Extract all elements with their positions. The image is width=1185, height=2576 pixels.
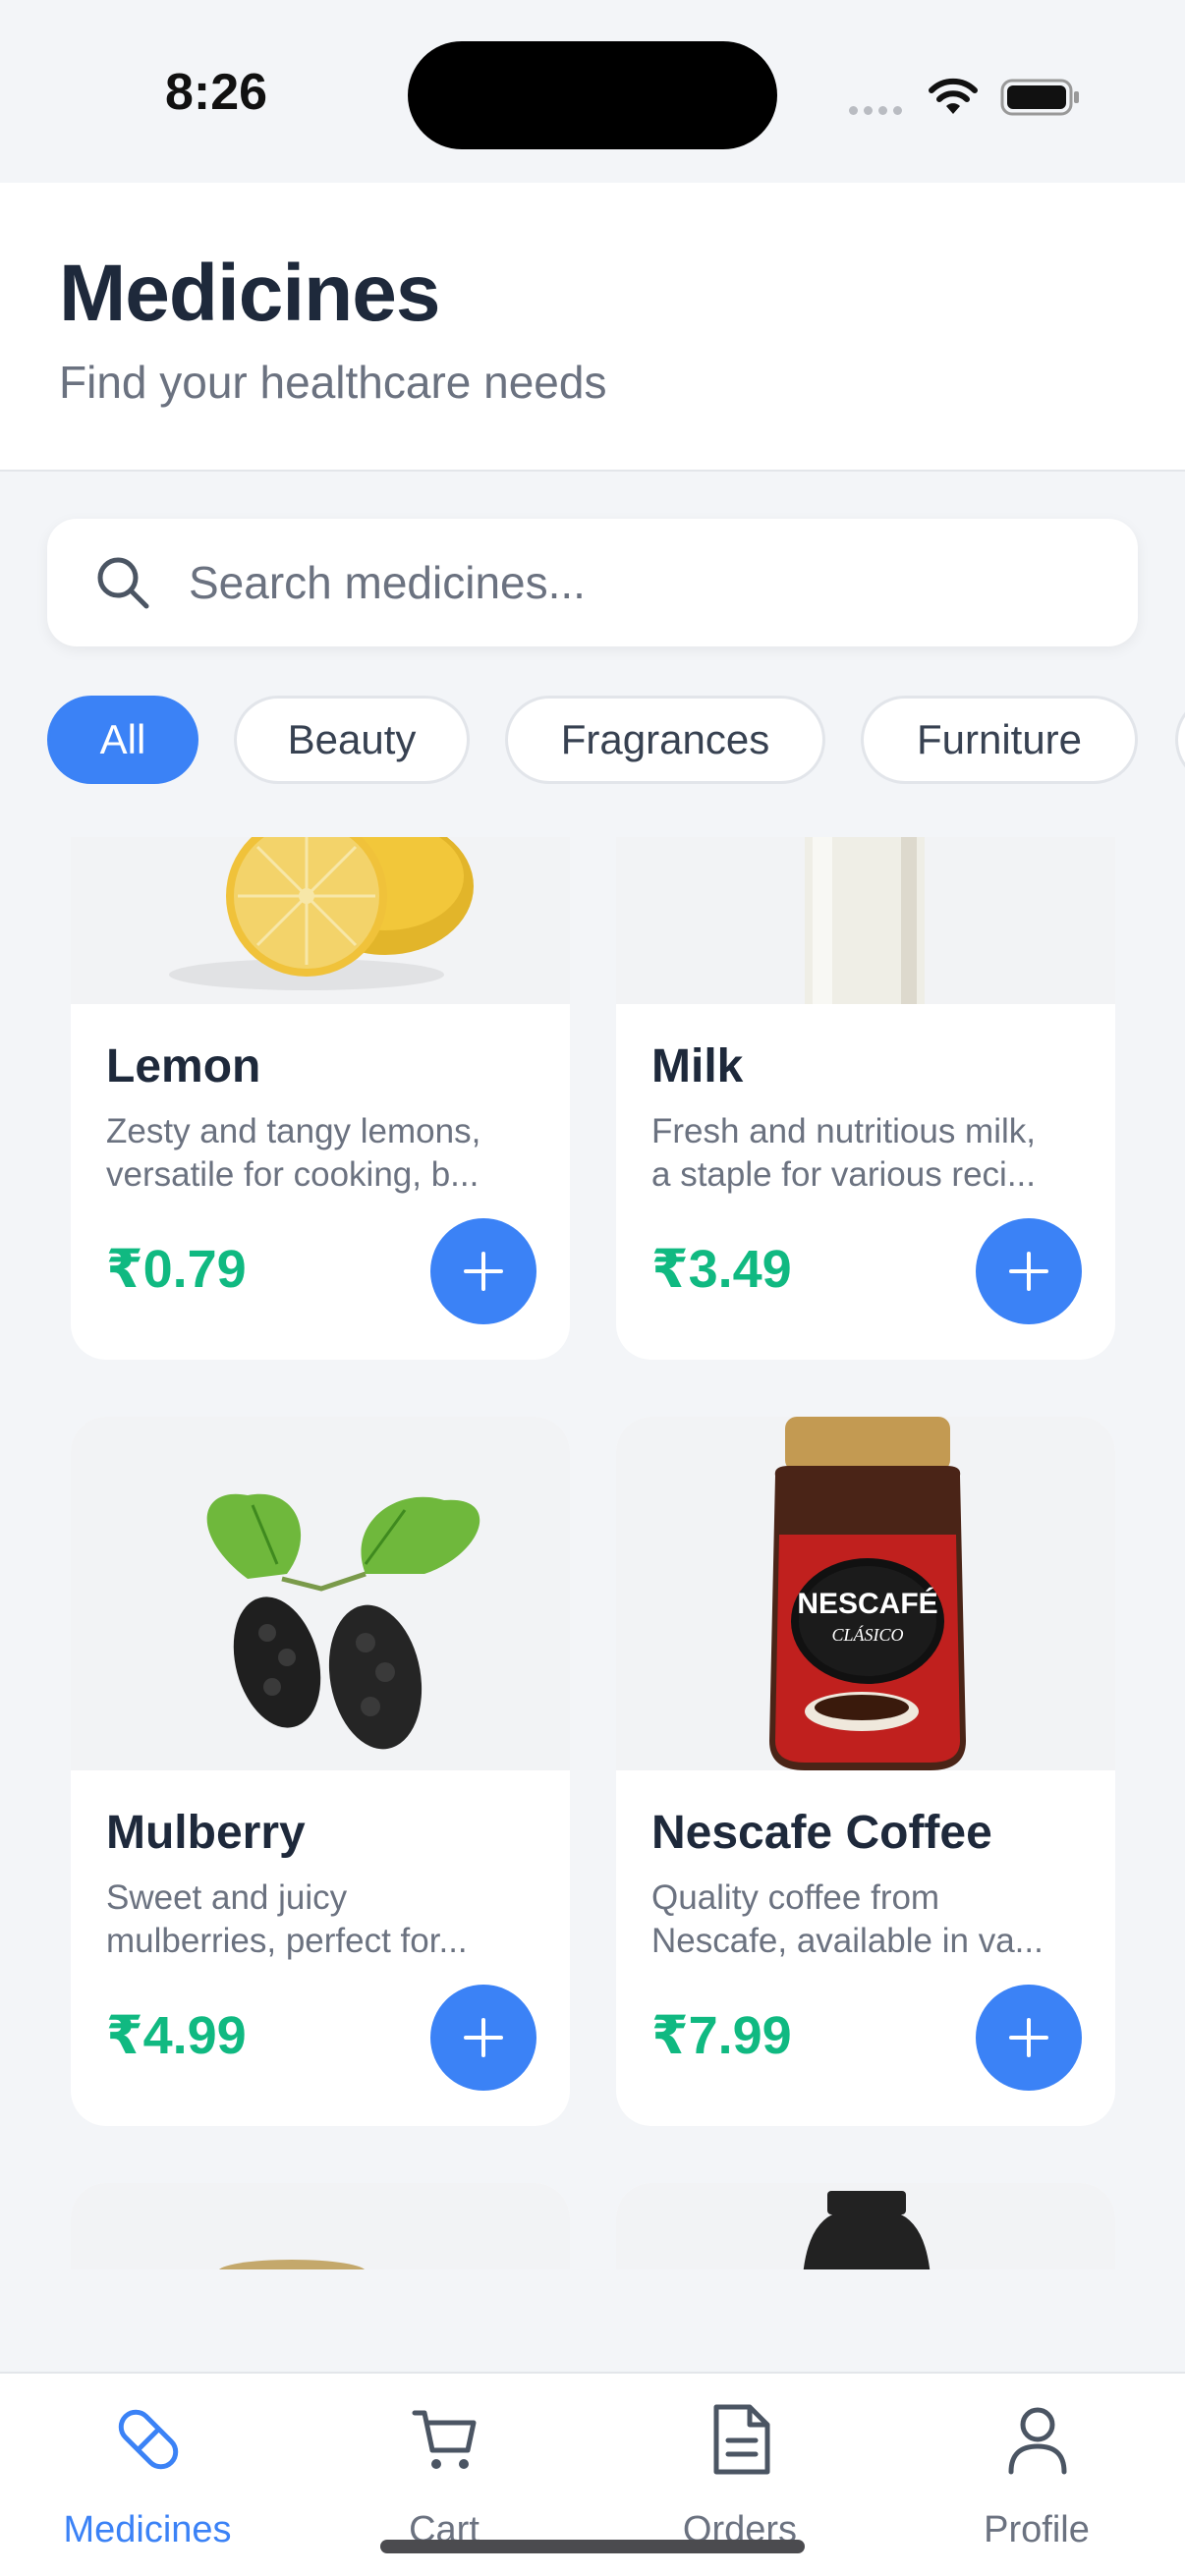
product-card-partial[interactable] bbox=[71, 2183, 570, 2269]
lemon-image bbox=[71, 837, 570, 1004]
product-grid[interactable]: Lemon Zesty and tangy lemons, versatile … bbox=[0, 837, 1185, 2269]
product-price: ₹7.99 bbox=[651, 2006, 792, 2065]
search-input[interactable] bbox=[189, 519, 1093, 646]
plus-icon bbox=[1009, 2018, 1048, 2057]
status-bar: 8:26 bbox=[0, 0, 1185, 183]
cart-icon bbox=[412, 2410, 477, 2469]
search-bar[interactable] bbox=[47, 519, 1138, 646]
product-image bbox=[616, 2183, 1115, 2269]
product-card-milk[interactable]: Milk Fresh and nutritious milk, a staple… bbox=[616, 837, 1115, 1360]
pill-icon bbox=[118, 2409, 179, 2470]
product-card-nescafe-coffee[interactable]: NESCAFÉ CLÁSICO Nescafe Coffee Quality c… bbox=[616, 1417, 1115, 2126]
wifi-icon bbox=[929, 78, 978, 114]
page-header: Medicines Find your healthcare needs bbox=[0, 183, 1185, 472]
plus-icon bbox=[464, 2018, 503, 2057]
tab-label: Profile bbox=[984, 2509, 1090, 2550]
product-name: Milk bbox=[651, 1040, 744, 1092]
add-to-cart-button[interactable] bbox=[430, 1985, 536, 2091]
product-price: ₹3.49 bbox=[651, 1240, 792, 1299]
product-description: Quality coffee from Nescafe, available i… bbox=[651, 1878, 1044, 1960]
home-indicator[interactable] bbox=[380, 2540, 805, 2553]
tab-label: Medicines bbox=[63, 2509, 232, 2550]
status-time: 8:26 bbox=[165, 64, 268, 121]
coffee-variant-label: CLÁSICO bbox=[831, 1624, 903, 1645]
document-icon bbox=[713, 2404, 770, 2475]
product-card-partial[interactable] bbox=[616, 2183, 1115, 2269]
mulberry-image bbox=[71, 1417, 570, 1770]
product-card-lemon[interactable]: Lemon Zesty and tangy lemons, versatile … bbox=[71, 837, 570, 1360]
tab-medicines[interactable]: Medicines bbox=[0, 2374, 295, 2576]
product-name: Lemon bbox=[106, 1040, 261, 1092]
product-price: ₹4.99 bbox=[106, 2006, 247, 2065]
category-chip-more[interactable] bbox=[1175, 696, 1185, 784]
page-title: Medicines bbox=[59, 249, 440, 338]
product-price: ₹0.79 bbox=[106, 1240, 247, 1299]
category-chip-beauty[interactable]: Beauty bbox=[234, 696, 470, 784]
plus-icon bbox=[464, 1252, 503, 1291]
coffee-brand-label: NESCAFÉ bbox=[797, 1587, 937, 1620]
search-icon bbox=[97, 557, 149, 609]
tab-profile[interactable]: Profile bbox=[889, 2374, 1184, 2576]
add-to-cart-button[interactable] bbox=[976, 1985, 1082, 2091]
product-image bbox=[71, 2183, 570, 2269]
product-name: Nescafe Coffee bbox=[651, 1807, 992, 1859]
battery-icon bbox=[1000, 79, 1079, 116]
category-filter-bar: All Beauty Fragrances Furniture bbox=[47, 696, 1185, 784]
person-icon bbox=[1008, 2407, 1067, 2475]
add-to-cart-button[interactable] bbox=[430, 1218, 536, 1324]
milk-bottle-image bbox=[616, 837, 1115, 1004]
add-to-cart-button[interactable] bbox=[976, 1218, 1082, 1324]
product-description: Fresh and nutritious milk, a staple for … bbox=[651, 1112, 1036, 1194]
page-subtitle: Find your healthcare needs bbox=[59, 357, 607, 408]
coffee-jar-image: NESCAFÉ CLÁSICO bbox=[616, 1417, 1115, 1770]
category-chip-furniture[interactable]: Furniture bbox=[861, 696, 1138, 784]
dynamic-island bbox=[408, 41, 777, 149]
cellular-signal-icon bbox=[849, 102, 908, 120]
plus-icon bbox=[1009, 1252, 1048, 1291]
product-description: Sweet and juicy mulberries, perfect for.… bbox=[106, 1878, 468, 1960]
category-chip-fragrances[interactable]: Fragrances bbox=[505, 696, 825, 784]
product-description: Zesty and tangy lemons, versatile for co… bbox=[106, 1112, 481, 1194]
product-card-mulberry[interactable]: Mulberry Sweet and juicy mulberries, per… bbox=[71, 1417, 570, 2126]
product-name: Mulberry bbox=[106, 1807, 306, 1859]
category-chip-all[interactable]: All bbox=[47, 696, 198, 784]
